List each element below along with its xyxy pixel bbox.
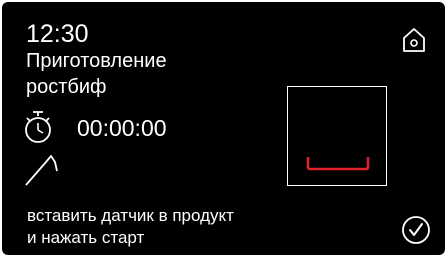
- instruction-line1: вставить датчик в продукт: [27, 206, 234, 225]
- program-title: Приготовление ростбиф: [26, 48, 226, 100]
- clock-time: 12:30: [26, 20, 89, 48]
- program-title-line2: ростбиф: [26, 76, 107, 98]
- confirm-button[interactable]: [401, 215, 431, 245]
- home-icon: [403, 28, 425, 52]
- instruction-line2: и нажать старт: [27, 228, 145, 247]
- tray-icon: [306, 157, 370, 171]
- program-title-line1: Приготовление: [26, 50, 167, 72]
- timer-value: 00:00:00: [77, 115, 167, 141]
- stopwatch-icon: [25, 111, 51, 143]
- home-button[interactable]: [400, 26, 428, 54]
- meat-probe-icon: [25, 155, 58, 186]
- oven-display: 12:30 Приготовление ростбиф 00:00:00 вст…: [2, 2, 445, 255]
- instruction-text: вставить датчик в продукт и нажать старт: [27, 205, 357, 249]
- checkmark-circle-icon: [402, 216, 430, 244]
- oven-tray-preview: [287, 86, 387, 186]
